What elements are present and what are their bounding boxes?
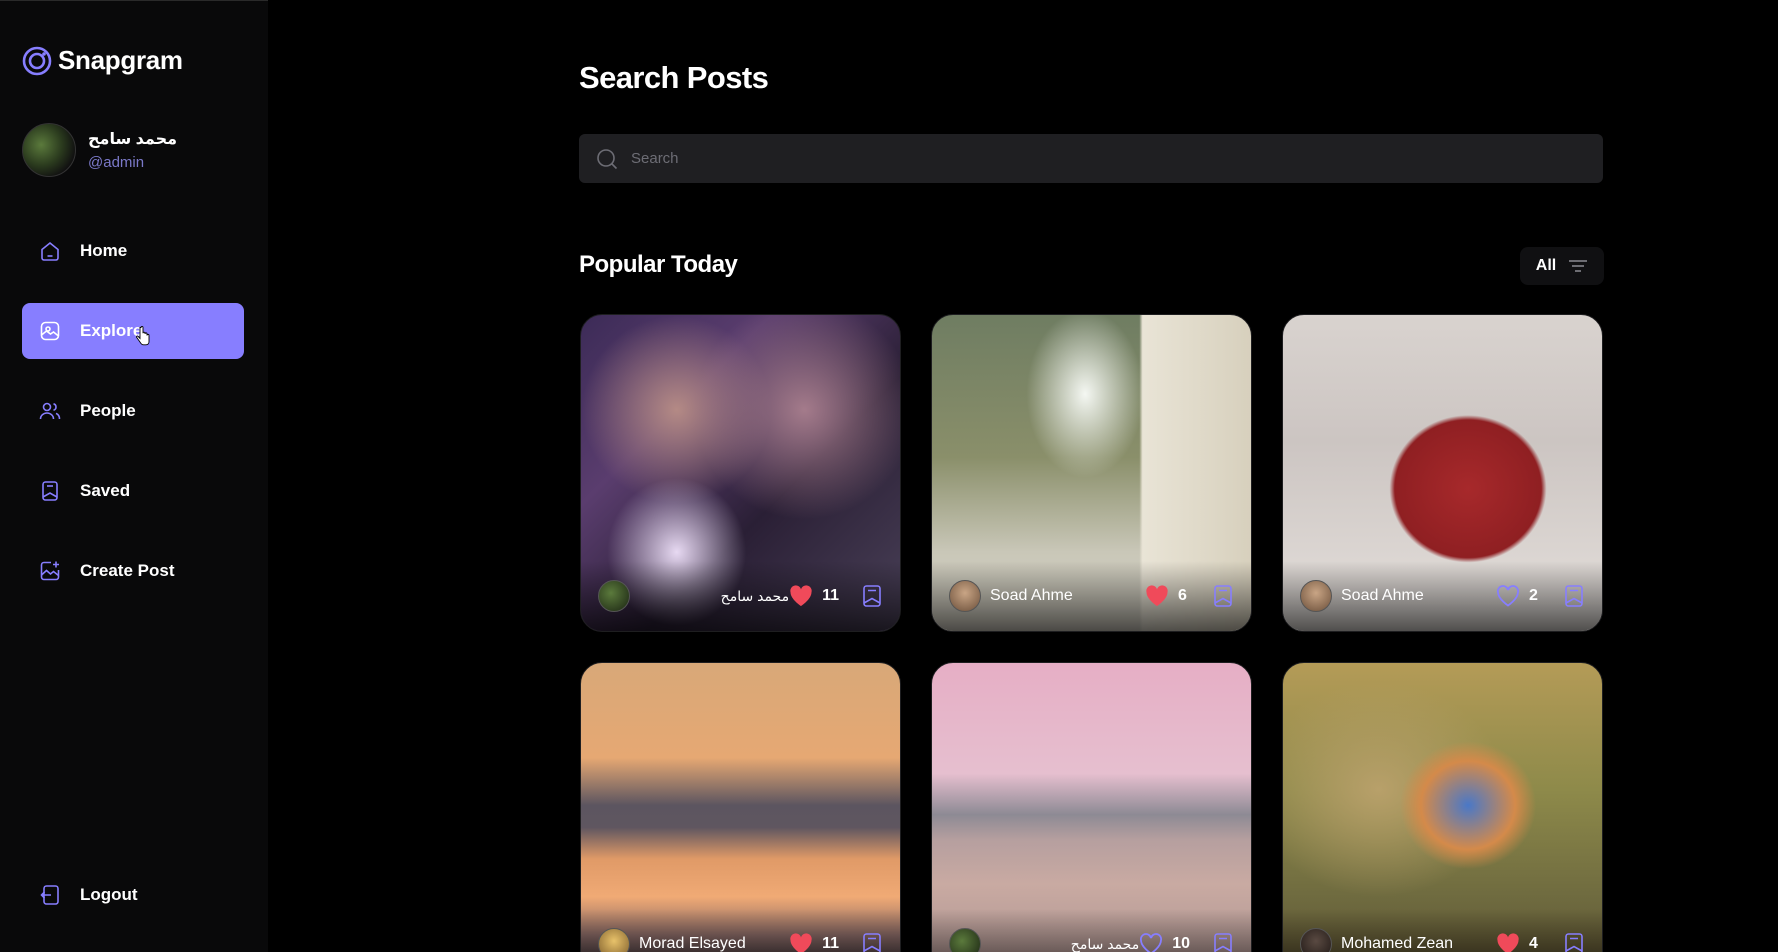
logout-container: Logout	[22, 867, 244, 947]
like-group: 4	[1496, 933, 1541, 952]
saved-icon	[42, 481, 58, 501]
app-name: Snapgram	[58, 45, 183, 75]
page-title: Search Posts	[579, 60, 769, 95]
like-group: 2	[1496, 585, 1541, 607]
heart-filled-icon[interactable]	[1496, 933, 1520, 952]
post-card[interactable]: Soad Ahme 6	[931, 314, 1252, 632]
post-author[interactable]: Soad Ahme	[990, 587, 1145, 605]
author-avatar[interactable]	[1300, 580, 1332, 612]
logout-icon	[40, 885, 59, 905]
search-input[interactable]	[631, 150, 1531, 167]
card-footer: Soad Ahme 6	[949, 580, 1234, 612]
like-group: 10	[1139, 933, 1190, 952]
card-footer: محمد سامح 11	[598, 580, 883, 612]
post-card[interactable]: محمد سامح 10	[931, 662, 1252, 952]
like-count: 4	[1529, 935, 1538, 952]
app-logo[interactable]: Snapgram	[22, 45, 183, 76]
people-icon	[39, 402, 61, 420]
sidebar-item-home[interactable]: Home	[22, 223, 244, 279]
heart-filled-icon[interactable]	[789, 585, 813, 607]
like-group: 6	[1145, 585, 1190, 607]
author-avatar[interactable]	[949, 580, 981, 612]
bookmark-icon[interactable]	[1212, 932, 1234, 952]
avatar	[22, 123, 76, 177]
bookmark-icon[interactable]	[1563, 932, 1585, 952]
mouse-cursor-icon	[136, 326, 150, 346]
post-author[interactable]: Mohamed Zean	[1341, 935, 1496, 952]
section-title: Popular Today	[579, 251, 738, 278]
user-profile[interactable]: محمد سامح @admin	[22, 123, 177, 177]
sidebar-item-label: Explore	[80, 321, 143, 340]
post-card[interactable]: محمد سامح 11	[580, 314, 901, 632]
card-footer: Mohamed Zean 4	[1300, 928, 1585, 952]
search-bar[interactable]	[579, 134, 1603, 183]
like-group: 11	[789, 585, 839, 607]
bookmark-icon[interactable]	[861, 932, 883, 952]
sidebar: Snapgram محمد سامح @admin Home Explore P…	[0, 0, 268, 952]
bookmark-icon[interactable]	[1212, 584, 1234, 608]
logout-button[interactable]: Logout	[22, 867, 244, 923]
sidebar-item-create-post[interactable]: Create Post	[22, 543, 244, 599]
author-avatar[interactable]	[598, 580, 630, 612]
sidebar-item-label: Saved	[80, 481, 131, 500]
sidebar-nav: Home Explore People Saved Create Post	[22, 223, 244, 623]
sidebar-item-label: Create Post	[80, 561, 175, 580]
like-count: 10	[1172, 935, 1190, 952]
heart-filled-icon[interactable]	[789, 933, 813, 952]
like-group: 11	[789, 933, 839, 952]
profile-name: محمد سامح	[88, 131, 178, 148]
profile-handle: @admin	[88, 154, 145, 171]
explore-icon	[40, 321, 60, 341]
card-footer: Morad Elsayed 11	[598, 928, 883, 952]
author-avatar[interactable]	[598, 928, 630, 952]
sidebar-item-label: People	[80, 401, 136, 420]
heart-outline-icon[interactable]	[1496, 585, 1520, 607]
post-card[interactable]: Morad Elsayed 11	[580, 662, 901, 952]
explore-page: Search Posts Popular Today All محمد سامح	[268, 0, 1778, 952]
sidebar-item-saved[interactable]: Saved	[22, 463, 244, 519]
like-count: 6	[1178, 587, 1187, 604]
post-author[interactable]: Soad Ahme	[1341, 587, 1496, 605]
author-avatar[interactable]	[949, 928, 981, 952]
sidebar-item-label: Home	[80, 241, 128, 260]
logo-icon	[22, 46, 52, 75]
post-author[interactable]: محمد سامح	[990, 936, 1139, 952]
author-avatar[interactable]	[1300, 928, 1332, 952]
bookmark-icon[interactable]	[861, 584, 883, 608]
like-count: 11	[822, 935, 839, 952]
like-count: 2	[1529, 587, 1538, 604]
create-post-icon	[40, 561, 60, 581]
card-footer: Soad Ahme 2	[1300, 580, 1585, 612]
sidebar-item-explore[interactable]: Explore	[22, 303, 244, 359]
filter-icon	[1569, 260, 1588, 272]
post-author[interactable]: Morad Elsayed	[639, 935, 789, 952]
heart-filled-icon[interactable]	[1145, 585, 1169, 607]
post-author[interactable]: محمد سامح	[639, 588, 789, 605]
card-footer: محمد سامح 10	[949, 928, 1234, 952]
filter-label: All	[1535, 257, 1557, 274]
filter-button[interactable]: All	[1520, 247, 1604, 285]
sidebar-item-people[interactable]: People	[22, 383, 244, 439]
like-count: 11	[822, 587, 839, 604]
heart-outline-icon[interactable]	[1139, 933, 1163, 952]
logout-label: Logout	[80, 885, 138, 904]
search-icon	[597, 148, 618, 169]
post-card[interactable]: Soad Ahme 2	[1282, 314, 1603, 632]
post-card[interactable]: Mohamed Zean 4	[1282, 662, 1603, 952]
bookmark-icon[interactable]	[1563, 584, 1585, 608]
home-icon	[41, 241, 59, 261]
